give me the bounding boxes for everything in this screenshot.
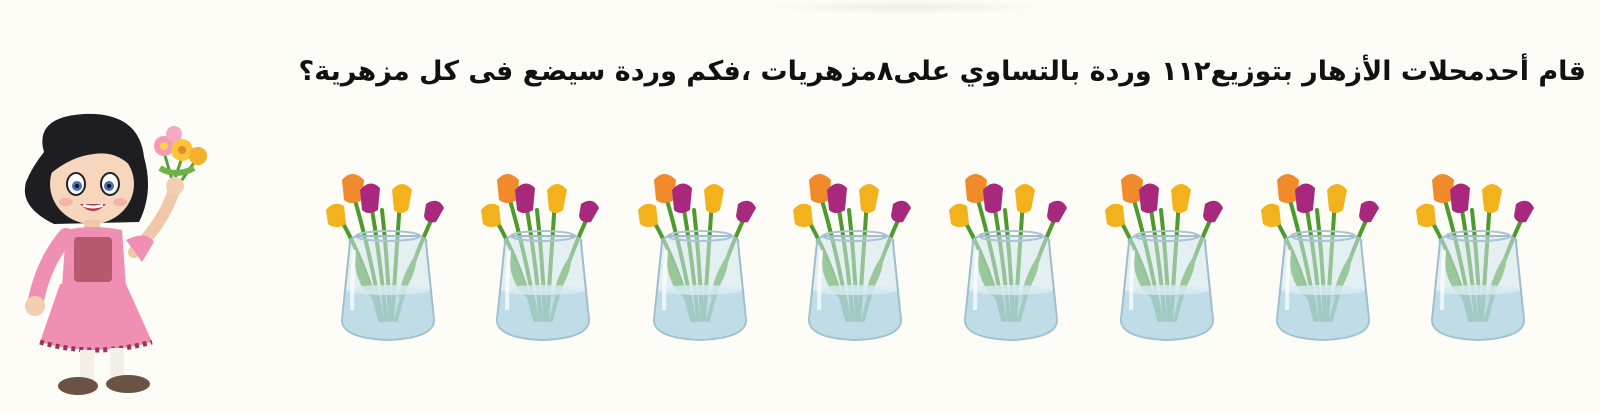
- top-watermark-smudge: [760, 0, 1050, 14]
- vases-row: [322, 170, 1562, 360]
- tulip-vase-icon: [634, 170, 769, 355]
- tulip-vase-icon: [789, 170, 924, 355]
- tulip-vase-icon: [1412, 170, 1547, 355]
- girl-holding-flowers-icon: [14, 112, 214, 408]
- tulip-vase-icon: [1101, 170, 1236, 355]
- tulip-vase-icon: [1257, 170, 1392, 355]
- tulip-vase-icon: [477, 170, 612, 355]
- tulip-vase-icon: [322, 170, 457, 355]
- tulip-vase-icon: [945, 170, 1080, 355]
- question-text: قام أحدمحلات الأزهار بتوزيع١١٢ وردة بالت…: [298, 56, 1586, 87]
